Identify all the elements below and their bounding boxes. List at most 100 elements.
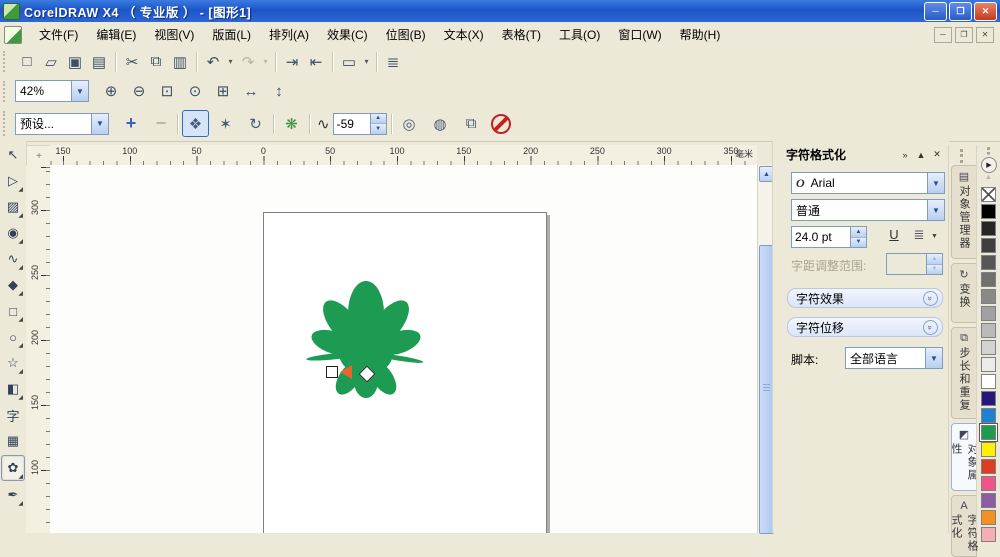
zoom-level-combobox[interactable]: 42% ▼ [15, 80, 89, 102]
color-swatch[interactable] [981, 340, 996, 355]
rectangle-tool[interactable]: □ ◢ [2, 299, 24, 324]
docker-tab-object-manager[interactable]: ▤ 对象管理器 [951, 165, 977, 259]
docker-tab-object-properties[interactable]: ◩ 对象属性 [950, 423, 978, 491]
save-icon[interactable]: ▣ [63, 50, 87, 74]
color-swatch[interactable] [981, 204, 996, 219]
paste-icon[interactable]: ▥ [168, 50, 192, 74]
color-swatch[interactable] [981, 408, 996, 423]
menu-item[interactable]: 效果(C) [318, 23, 377, 46]
canvas-vertical-scrollbar[interactable]: ▲ [757, 165, 774, 534]
palette-grip[interactable] [987, 147, 994, 155]
docker-grip[interactable] [960, 149, 967, 163]
character-effects-section[interactable]: 字符效果 » [787, 288, 943, 308]
menu-item[interactable]: 版面(L) [203, 23, 260, 46]
doc-restore-button[interactable]: ❐ [955, 26, 973, 43]
character-list-button[interactable]: ≣ [909, 227, 929, 244]
toolbar-grip[interactable] [3, 80, 10, 102]
launcher-dropdown-icon[interactable]: ▾ [361, 50, 372, 74]
color-swatch[interactable] [981, 306, 996, 321]
new-document-icon[interactable]: □ [15, 50, 39, 74]
menu-item[interactable]: 工具(O) [550, 23, 609, 46]
options-icon[interactable]: ≣ [381, 50, 405, 74]
distortion-arrow-handle[interactable] [340, 365, 352, 379]
close-button[interactable]: ✕ [974, 1, 997, 21]
color-swatch[interactable] [981, 323, 996, 338]
push-pull-distortion-icon[interactable]: ❖ [182, 110, 209, 137]
export-icon[interactable]: ⇤ [304, 50, 328, 74]
color-swatch[interactable] [981, 476, 996, 491]
freehand-tool[interactable]: ∿ ◢ [2, 247, 24, 271]
amplitude-spinner[interactable]: -59 ▲ ▼ [332, 112, 387, 135]
font-combobox[interactable]: O Arial ▼ [791, 172, 945, 194]
restore-button[interactable]: ❐ [949, 1, 972, 21]
zoom-to-page-icon[interactable]: ⊞ [211, 79, 235, 103]
menu-item[interactable]: 文件(F) [30, 23, 87, 46]
menu-item[interactable]: 帮助(H) [671, 23, 730, 46]
zoom-in-icon[interactable]: ⊕ [99, 79, 123, 103]
expand-section-icon[interactable]: » [923, 319, 938, 335]
interactive-distortion-tool[interactable]: ✿ ◢ [1, 455, 25, 481]
chevron-down-icon[interactable]: ▼ [927, 173, 944, 193]
import-icon[interactable]: ⇥ [280, 50, 304, 74]
basic-shapes-tool[interactable]: ◧ ◢ [2, 377, 24, 401]
preset-combobox[interactable]: 预设... ▼ [15, 112, 109, 135]
expand-section-icon[interactable]: » [923, 290, 938, 306]
color-swatch[interactable] [981, 493, 996, 508]
delete-preset-button[interactable]: − [149, 112, 173, 136]
smart-fill-tool[interactable]: ◆ ◢ [2, 273, 24, 297]
menu-item[interactable]: 表格(T) [493, 23, 550, 46]
twister-distortion-icon[interactable]: ↻ [242, 110, 269, 137]
ellipse-tool[interactable]: ○ ◢ [2, 325, 24, 350]
shape-tool[interactable]: ▷ ◢ [2, 169, 24, 193]
undo-dropdown-icon[interactable]: ▾ [225, 50, 236, 74]
text-tool[interactable]: 字 [2, 403, 24, 427]
polygon-tool[interactable]: ☆ ◢ [2, 351, 24, 375]
menu-item[interactable]: 窗口(W) [609, 23, 670, 46]
undo-icon[interactable]: ↶ [201, 50, 225, 74]
center-distortion-icon[interactable]: ◎ [396, 110, 423, 137]
font-style-combobox[interactable]: 普通 ▼ [791, 199, 945, 221]
zoom-tool[interactable]: ◉ ◢ [2, 221, 24, 245]
chevron-down-icon[interactable]: ▼ [71, 81, 88, 101]
zoom-out-icon[interactable]: ⊖ [127, 79, 151, 103]
color-swatch[interactable] [981, 391, 996, 406]
copy-icon[interactable]: ⧉ [144, 50, 168, 74]
pick-tool[interactable]: ↖ [2, 143, 24, 167]
color-swatch[interactable] [981, 272, 996, 287]
color-swatch[interactable] [981, 289, 996, 304]
drawing-canvas[interactable] [50, 165, 757, 533]
distorted-flower-shape[interactable] [296, 273, 436, 418]
color-swatch[interactable] [981, 221, 996, 236]
color-swatch[interactable] [981, 255, 996, 270]
color-swatch[interactable] [981, 374, 996, 389]
crop-tool[interactable]: ▨ ◢ [2, 195, 24, 219]
eyedropper-tool[interactable]: ✒ ◢ [2, 483, 24, 507]
palette-flyout-icon[interactable]: ▶ [981, 157, 997, 173]
toolbar-grip[interactable] [3, 111, 10, 136]
add-preset-button[interactable]: + [119, 112, 143, 136]
chevron-down-icon[interactable]: ▼ [927, 200, 944, 220]
color-swatch[interactable] [981, 459, 996, 474]
spinner-buttons[interactable]: ▲ ▼ [850, 227, 866, 247]
font-size-spinner[interactable]: 24.0 pt ▲ ▼ [791, 226, 867, 248]
color-swatch[interactable] [981, 510, 996, 525]
no-color-swatch[interactable] [981, 187, 996, 202]
distortion-curve-icon[interactable]: ◍ [427, 110, 454, 137]
character-shift-section[interactable]: 字符位移 » [787, 317, 943, 337]
color-swatch[interactable] [980, 424, 997, 441]
color-swatch[interactable] [981, 442, 996, 457]
spinner-buttons[interactable]: ▲ ▼ [369, 113, 386, 134]
horizontal-ruler[interactable]: 毫米 150 100 50 0 50 100 150 200 250 300 350 [50, 145, 757, 166]
zoom-to-selection-icon[interactable]: ⊡ [155, 79, 179, 103]
color-swatch[interactable] [981, 357, 996, 372]
distortion-start-handle[interactable] [326, 366, 338, 378]
open-icon[interactable]: ▱ [39, 50, 63, 74]
color-swatch[interactable] [981, 238, 996, 253]
doc-minimize-button[interactable]: ─ [934, 26, 952, 43]
clear-distortion-icon[interactable] [490, 113, 511, 134]
chevron-down-icon[interactable]: ▼ [925, 348, 942, 368]
application-launcher-icon[interactable]: ▭ [337, 50, 361, 74]
cut-icon[interactable]: ✂ [120, 50, 144, 74]
new-distortion-button[interactable]: ❋ [278, 110, 305, 137]
script-combobox[interactable]: 全部语言 ▼ [845, 347, 943, 369]
